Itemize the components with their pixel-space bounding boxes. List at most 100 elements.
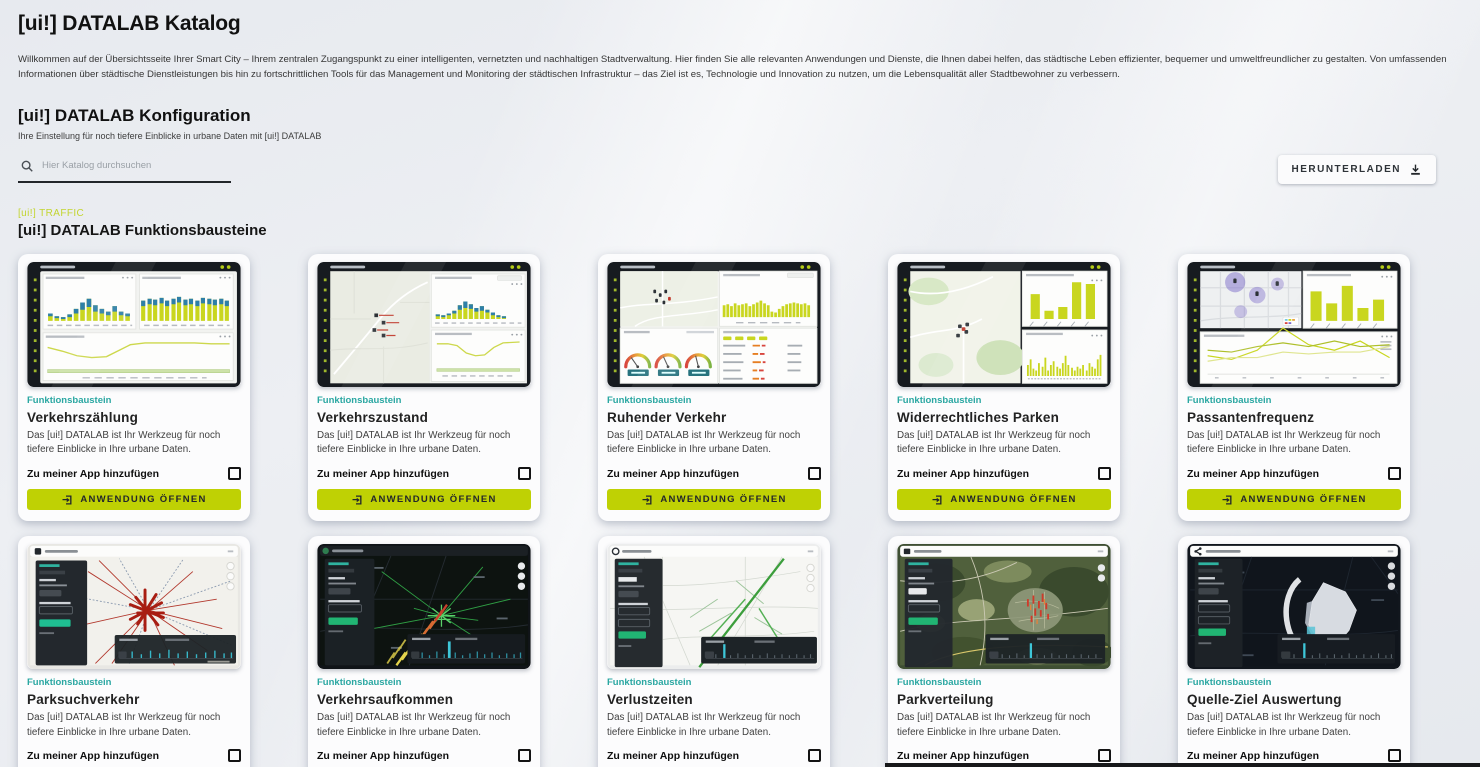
- toolbar: HERUNTERLADEN: [18, 155, 1462, 184]
- add-to-app-label: Zu meiner App hinzufügen: [1187, 468, 1319, 480]
- search-input[interactable]: [42, 160, 212, 171]
- card-thumbnail-dashboard: [1187, 262, 1401, 387]
- app-card-verkehrszaehlung: Funktionsbaustein Verkehrszählung Das [u…: [18, 254, 250, 521]
- open-app-button[interactable]: ANWENDUNG ÖFFNEN: [897, 489, 1111, 510]
- card-thumbnail-dashboard: [317, 262, 531, 387]
- card-description: Das [ui!] DATALAB ist Ihr Werkzeug für n…: [607, 711, 821, 740]
- card-type-label: Funktionsbaustein: [607, 677, 821, 688]
- card-title: Quelle-Ziel Auswertung: [1187, 692, 1401, 707]
- add-to-app-row: Zu meiner App hinzufügen: [27, 749, 241, 762]
- card-title: Verkehrszustand: [317, 410, 531, 425]
- add-to-app-label: Zu meiner App hinzufügen: [897, 750, 1029, 762]
- card-type-label: Funktionsbaustein: [1187, 395, 1401, 406]
- add-to-app-checkbox[interactable]: [518, 467, 531, 480]
- card-thumbnail-satellite-app: [897, 544, 1111, 669]
- card-type-label: Funktionsbaustein: [317, 395, 531, 406]
- add-to-app-label: Zu meiner App hinzufügen: [317, 468, 449, 480]
- card-description: Das [ui!] DATALAB ist Ihr Werkzeug für n…: [27, 711, 241, 740]
- card-title: Passantenfrequenz: [1187, 410, 1401, 425]
- add-to-app-row: Zu meiner App hinzufügen: [607, 749, 821, 762]
- open-app-icon: [931, 494, 943, 506]
- download-icon: [1409, 163, 1422, 176]
- card-description: Das [ui!] DATALAB ist Ihr Werkzeug für n…: [1187, 429, 1401, 458]
- card-title: Verkehrszählung: [27, 410, 241, 425]
- open-app-icon: [1221, 494, 1233, 506]
- add-to-app-checkbox[interactable]: [1388, 749, 1401, 762]
- open-app-label: ANWENDUNG ÖFFNEN: [1240, 494, 1366, 505]
- add-to-app-label: Zu meiner App hinzufügen: [27, 468, 159, 480]
- add-to-app-checkbox[interactable]: [808, 749, 821, 762]
- card-description: Das [ui!] DATALAB ist Ihr Werkzeug für n…: [897, 429, 1111, 458]
- open-app-icon: [351, 494, 363, 506]
- card-type-label: Funktionsbaustein: [27, 677, 241, 688]
- add-to-app-row: Zu meiner App hinzufügen: [897, 467, 1111, 480]
- add-to-app-label: Zu meiner App hinzufügen: [897, 468, 1029, 480]
- card-thumbnail-dashboard: [897, 262, 1111, 387]
- add-to-app-row: Zu meiner App hinzufügen: [27, 467, 241, 480]
- app-card-verkehrsaufkommen: Funktionsbaustein Verkehrsaufkommen Das …: [308, 536, 540, 767]
- card-title: Verlustzeiten: [607, 692, 821, 707]
- card-description: Das [ui!] DATALAB ist Ihr Werkzeug für n…: [607, 429, 821, 458]
- card-grid: Funktionsbaustein Verkehrszählung Das [u…: [18, 254, 1462, 767]
- card-thumbnail-map-app: [1187, 544, 1401, 669]
- open-app-label: ANWENDUNG ÖFFNEN: [370, 494, 496, 505]
- card-title: Ruhender Verkehr: [607, 410, 821, 425]
- open-app-label: ANWENDUNG ÖFFNEN: [950, 494, 1076, 505]
- card-thumbnail-dashboard: [27, 262, 241, 387]
- open-app-icon: [61, 494, 73, 506]
- open-app-label: ANWENDUNG ÖFFNEN: [660, 494, 786, 505]
- card-thumbnail-map-app: [27, 544, 241, 669]
- page: [ui!] DATALAB Katalog Willkommen auf der…: [0, 0, 1480, 767]
- open-app-button[interactable]: ANWENDUNG ÖFFNEN: [317, 489, 531, 510]
- app-card-parkverteilung: Funktionsbaustein Parkverteilung Das [ui…: [888, 536, 1120, 767]
- app-card-widerrechtliches-parken: Funktionsbaustein Widerrechtliches Parke…: [888, 254, 1120, 521]
- card-description: Das [ui!] DATALAB ist Ihr Werkzeug für n…: [1187, 711, 1401, 740]
- card-description: Das [ui!] DATALAB ist Ihr Werkzeug für n…: [897, 711, 1111, 740]
- add-to-app-row: Zu meiner App hinzufügen: [1187, 467, 1401, 480]
- window-edge-artifact: [885, 763, 1480, 767]
- add-to-app-row: Zu meiner App hinzufügen: [317, 467, 531, 480]
- add-to-app-row: Zu meiner App hinzufügen: [1187, 749, 1401, 762]
- add-to-app-row: Zu meiner App hinzufügen: [607, 467, 821, 480]
- app-card-verlustzeiten: Funktionsbaustein Verlustzeiten Das [ui!…: [598, 536, 830, 767]
- konfiguration-title: [ui!] DATALAB Konfiguration: [18, 106, 1462, 126]
- add-to-app-checkbox[interactable]: [1098, 749, 1111, 762]
- open-app-button[interactable]: ANWENDUNG ÖFFNEN: [1187, 489, 1401, 510]
- search-field[interactable]: [18, 155, 231, 183]
- download-button[interactable]: HERUNTERLADEN: [1278, 155, 1437, 184]
- search-icon: [20, 159, 34, 173]
- add-to-app-checkbox[interactable]: [228, 467, 241, 480]
- open-app-button[interactable]: ANWENDUNG ÖFFNEN: [27, 489, 241, 510]
- add-to-app-checkbox[interactable]: [518, 749, 531, 762]
- card-type-label: Funktionsbaustein: [317, 677, 531, 688]
- add-to-app-label: Zu meiner App hinzufügen: [317, 750, 449, 762]
- add-to-app-checkbox[interactable]: [1388, 467, 1401, 480]
- app-card-quelle-ziel-auswertung: Funktionsbaustein Quelle-Ziel Auswertung…: [1178, 536, 1410, 767]
- app-card-verkehrszustand: Funktionsbaustein Verkehrszustand Das [u…: [308, 254, 540, 521]
- open-app-button[interactable]: ANWENDUNG ÖFFNEN: [607, 489, 821, 510]
- add-to-app-checkbox[interactable]: [808, 467, 821, 480]
- open-app-icon: [641, 494, 653, 506]
- card-title: Parkverteilung: [897, 692, 1111, 707]
- card-title: Parksuchverkehr: [27, 692, 241, 707]
- card-thumbnail-map-app: [607, 544, 821, 669]
- card-type-label: Funktionsbaustein: [27, 395, 241, 406]
- download-button-label: HERUNTERLADEN: [1292, 164, 1402, 175]
- card-type-label: Funktionsbaustein: [607, 395, 821, 406]
- add-to-app-row: Zu meiner App hinzufügen: [897, 749, 1111, 762]
- add-to-app-label: Zu meiner App hinzufügen: [1187, 750, 1319, 762]
- app-card-passantenfrequenz: Funktionsbaustein Passantenfrequenz Das …: [1178, 254, 1410, 521]
- add-to-app-row: Zu meiner App hinzufügen: [317, 749, 531, 762]
- app-card-parksuchverkehr: Funktionsbaustein Parksuchverkehr Das [u…: [18, 536, 250, 767]
- add-to-app-label: Zu meiner App hinzufügen: [607, 468, 739, 480]
- page-title: [ui!] DATALAB Katalog: [18, 12, 1462, 36]
- card-type-label: Funktionsbaustein: [1187, 677, 1401, 688]
- card-title: Widerrechtliches Parken: [897, 410, 1111, 425]
- add-to-app-checkbox[interactable]: [1098, 467, 1111, 480]
- card-description: Das [ui!] DATALAB ist Ihr Werkzeug für n…: [317, 429, 531, 458]
- card-thumbnail-dashboard: [607, 262, 821, 387]
- card-type-label: Funktionsbaustein: [897, 677, 1111, 688]
- add-to-app-checkbox[interactable]: [228, 749, 241, 762]
- open-app-label: ANWENDUNG ÖFFNEN: [80, 494, 206, 505]
- card-title: Verkehrsaufkommen: [317, 692, 531, 707]
